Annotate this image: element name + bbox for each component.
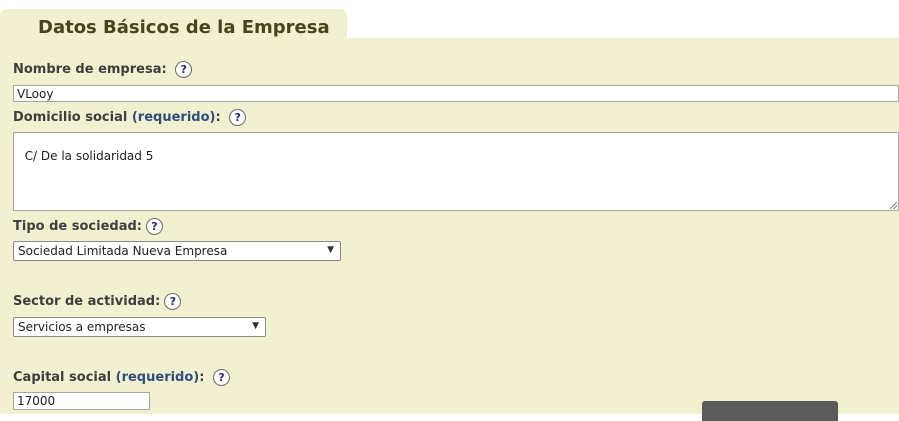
capital-label-colon: : <box>199 370 205 385</box>
address-label-colon: : <box>215 110 221 125</box>
company-type-selected: Sociedad Limitada Nueva Empresa <box>18 244 228 258</box>
address-textarea[interactable]: C/ De la solidaridad 5 <box>13 132 899 211</box>
company-name-label: Nombre de empresa: ? <box>13 61 193 78</box>
sector-select[interactable]: Servicios a empresas ▼ <box>13 317 266 337</box>
help-icon[interactable]: ? <box>229 109 247 126</box>
resize-grip-icon[interactable] <box>890 202 897 209</box>
company-name-value: VLooy <box>17 87 54 101</box>
company-type-label: Tipo de sociedad:? <box>13 218 163 235</box>
company-type-select[interactable]: Sociedad Limitada Nueva Empresa ▼ <box>13 241 341 261</box>
capital-value: 17000 <box>17 394 56 408</box>
address-label-text: Domicilio social <box>13 110 128 125</box>
sector-selected: Servicios a empresas <box>18 320 146 334</box>
chevron-down-icon: ▼ <box>252 321 259 331</box>
submit-button[interactable] <box>702 401 838 421</box>
capital-label-text: Capital social <box>13 370 112 385</box>
company-type-label-text: Tipo de sociedad: <box>13 219 142 234</box>
company-name-input[interactable]: VLooy <box>13 85 899 102</box>
help-icon[interactable]: ? <box>145 218 163 235</box>
address-label: Domicilio social (requerido): ? <box>13 109 247 126</box>
capital-required-text: (requerido) <box>115 370 200 385</box>
help-icon[interactable]: ? <box>164 293 182 310</box>
address-required-text: (requerido) <box>131 110 216 125</box>
help-icon[interactable]: ? <box>212 369 230 386</box>
address-value: C/ De la solidaridad 5 <box>24 149 154 163</box>
help-icon[interactable]: ? <box>175 61 193 78</box>
chevron-down-icon: ▼ <box>327 245 334 255</box>
section-title: Datos Básicos de la Empresa <box>38 17 330 38</box>
sector-label-text: Sector de actividad: <box>13 294 161 309</box>
capital-label: Capital social (requerido): ? <box>13 369 230 386</box>
company-name-label-text: Nombre de empresa: <box>13 62 167 77</box>
capital-input[interactable]: 17000 <box>13 392 150 410</box>
sector-label: Sector de actividad:? <box>13 293 182 310</box>
